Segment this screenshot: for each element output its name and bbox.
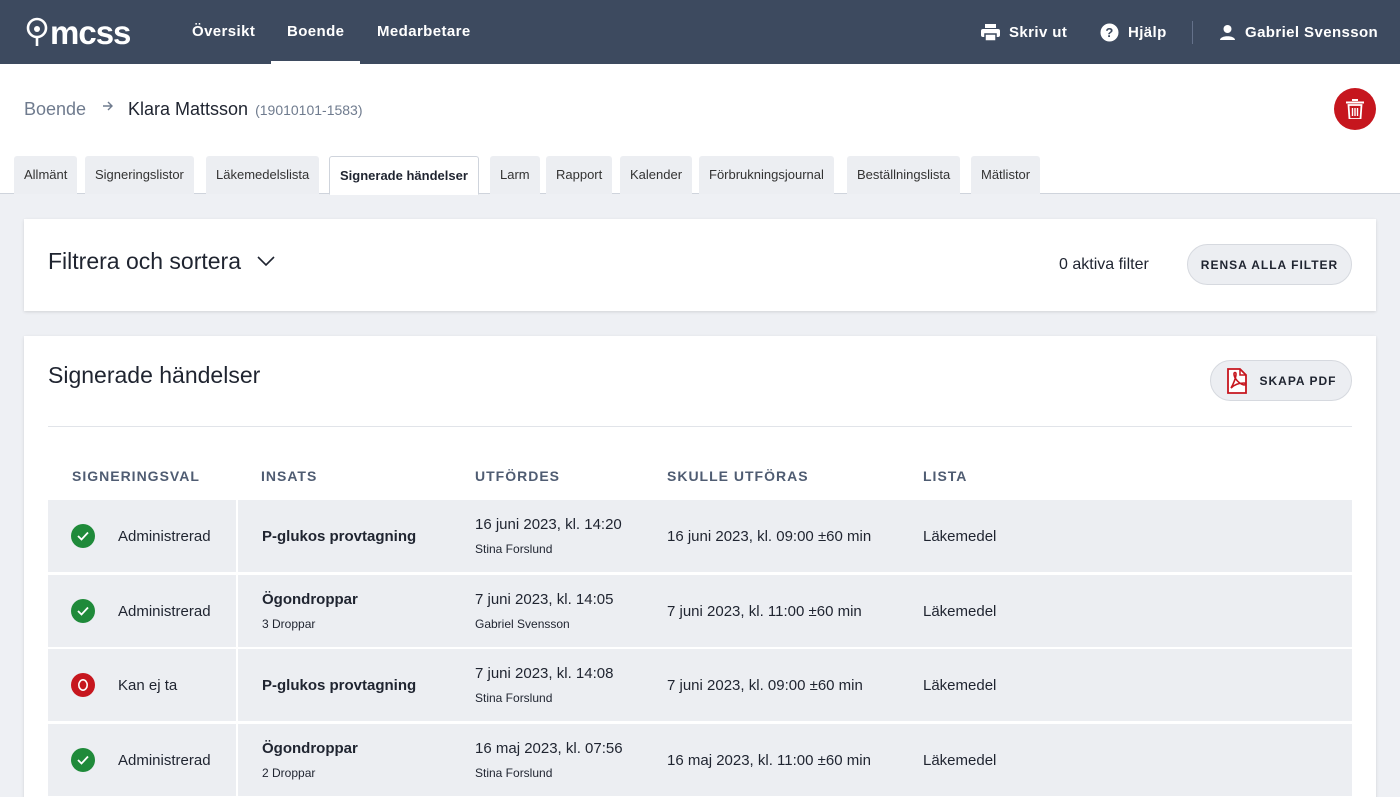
status-ok-icon (71, 524, 95, 548)
user-menu[interactable]: Gabriel Svensson (1219, 0, 1378, 64)
help-label: Hjälp (1128, 23, 1167, 41)
o-icon (78, 679, 88, 691)
svg-text:?: ? (1105, 25, 1113, 40)
printer-icon (981, 23, 1000, 41)
column-header-skulle-utforas[interactable]: SKULLE UTFÖRAS (667, 468, 809, 484)
create-pdf-button[interactable]: SKAPA PDF (1210, 360, 1352, 401)
table-row[interactable]: Administrerad Ögondroppar 3 Droppar 7 ju… (48, 575, 1352, 647)
utfordes-time: 7 juni 2023, kl. 14:05 (475, 591, 614, 608)
table-row[interactable]: Administrerad P-glukos provtagning 16 ju… (48, 500, 1352, 572)
person-name: Klara Mattsson (128, 99, 249, 119)
status-label: Administrerad (118, 752, 211, 769)
skulle-utforas: 16 maj 2023, kl. 11:00 ±60 min (667, 752, 871, 769)
clear-filters-button[interactable]: RENSA ALLA FILTER (1187, 244, 1352, 285)
insats-name: Ögondroppar (262, 740, 358, 757)
column-header-signeringsval[interactable]: SIGNERINGSVAL (72, 468, 200, 484)
skulle-utforas: 7 juni 2023, kl. 09:00 ±60 min (667, 677, 863, 694)
insats-dose: 2 Droppar (262, 766, 316, 780)
status-label: Administrerad (118, 528, 211, 545)
table-row[interactable]: Kan ej ta P-glukos provtagning 7 juni 20… (48, 649, 1352, 721)
utfordes-time: 16 juni 2023, kl. 14:20 (475, 516, 622, 533)
pdf-icon (1227, 367, 1248, 394)
check-icon (77, 755, 89, 765)
row-separator (236, 500, 238, 572)
column-header-utfordes[interactable]: UTFÖRDES (475, 468, 560, 484)
person-id: (19010101-1583) (255, 102, 363, 118)
utfordes-time: 7 juni 2023, kl. 14:08 (475, 665, 614, 682)
utfordes-by: Stina Forslund (475, 542, 553, 556)
status-ok-icon (71, 599, 95, 623)
check-icon (77, 606, 89, 616)
status-label: Administrerad (118, 603, 211, 620)
logo[interactable]: mcss (26, 13, 131, 51)
insats-name: Ögondroppar (262, 591, 358, 608)
table-row[interactable]: Administrerad Ögondroppar 2 Droppar 16 m… (48, 724, 1352, 796)
utfordes-by: Stina Forslund (475, 691, 553, 705)
status-ok-icon (71, 748, 95, 772)
column-header-insats[interactable]: INSATS (261, 468, 317, 484)
utfordes-by: Stina Forslund (475, 766, 553, 780)
filter-toggle[interactable]: Filtrera och sortera (48, 248, 275, 275)
lista: Läkemedel (923, 528, 997, 545)
insats-name: P-glukos provtagning (262, 677, 417, 694)
events-divider (48, 426, 1352, 427)
filter-card: Filtrera och sortera 0 aktiva filter REN… (24, 219, 1376, 311)
check-icon (77, 531, 89, 541)
tab-bestallningslista[interactable]: Beställningslista (847, 156, 961, 194)
tab-kalender[interactable]: Kalender (620, 156, 693, 194)
logo-icon (26, 17, 48, 46)
trash-icon (1346, 99, 1364, 119)
events-card: Signerade händelser SKAPA PDF SIGNERINGS… (24, 336, 1376, 797)
user-name: Gabriel Svensson (1245, 23, 1379, 41)
utfordes-time: 16 maj 2023, kl. 07:56 (475, 740, 623, 757)
tab-allmant[interactable]: Allmänt (14, 156, 78, 194)
user-icon (1220, 24, 1235, 40)
logo-text: mcss (50, 13, 131, 51)
help-icon: ? (1100, 23, 1119, 41)
filter-title: Filtrera och sortera (48, 248, 242, 274)
row-separator (236, 575, 238, 647)
tab-larm[interactable]: Larm (490, 156, 540, 194)
topbar-divider (1192, 21, 1193, 44)
insats-dose: 3 Droppar (262, 617, 316, 631)
print-button[interactable]: Skriv ut (981, 0, 1067, 64)
column-header-lista[interactable]: LISTA (923, 468, 967, 484)
tab-signerade-handelser[interactable]: Signerade händelser (329, 156, 479, 195)
skulle-utforas: 7 juni 2023, kl. 11:00 ±60 min (667, 603, 862, 620)
help-button[interactable]: ? Hjälp (1100, 0, 1167, 64)
row-separator (236, 724, 238, 796)
insats-name: P-glukos provtagning (262, 528, 417, 545)
status-label: Kan ej ta (118, 677, 178, 694)
pdf-label: SKAPA PDF (1259, 373, 1337, 388)
breadcrumb-current: Klara Mattsson (19010101-1583) (128, 99, 363, 120)
nav-boende[interactable]: Boende (270, 0, 361, 64)
page-header: Boende Klara Mattsson (19010101-1583) Al… (0, 64, 1400, 195)
row-separator (236, 649, 238, 721)
tab-forbrukningsjournal[interactable]: Förbrukningsjournal (699, 156, 834, 194)
print-label: Skriv ut (1009, 23, 1068, 41)
active-filter-count: 0 aktiva filter (1059, 256, 1149, 273)
lista: Läkemedel (923, 752, 997, 769)
chevron-down-icon (257, 256, 275, 267)
arrow-right-icon (103, 101, 113, 111)
skulle-utforas: 16 juni 2023, kl. 09:00 ±60 min (667, 528, 872, 545)
top-bar: mcss Översikt Boende Medarbetare Skriv u… (0, 0, 1400, 64)
nav-oversikt[interactable]: Översikt (192, 0, 255, 64)
breadcrumb-boende[interactable]: Boende (24, 99, 86, 120)
lista: Läkemedel (923, 677, 997, 694)
lista: Läkemedel (923, 603, 997, 620)
utfordes-by: Gabriel Svensson (475, 617, 570, 631)
status-declined-icon (71, 673, 95, 697)
tab-rapport[interactable]: Rapport (546, 156, 613, 194)
nav-medarbetare[interactable]: Medarbetare (377, 0, 471, 64)
tab-lakemedelslista[interactable]: Läkemedelslista (206, 156, 320, 194)
tab-signeringslistor[interactable]: Signeringslistor (85, 156, 194, 194)
delete-button[interactable] (1334, 88, 1376, 130)
events-title: Signerade händelser (48, 362, 261, 388)
tab-matlistor[interactable]: Mätlistor (971, 156, 1041, 194)
